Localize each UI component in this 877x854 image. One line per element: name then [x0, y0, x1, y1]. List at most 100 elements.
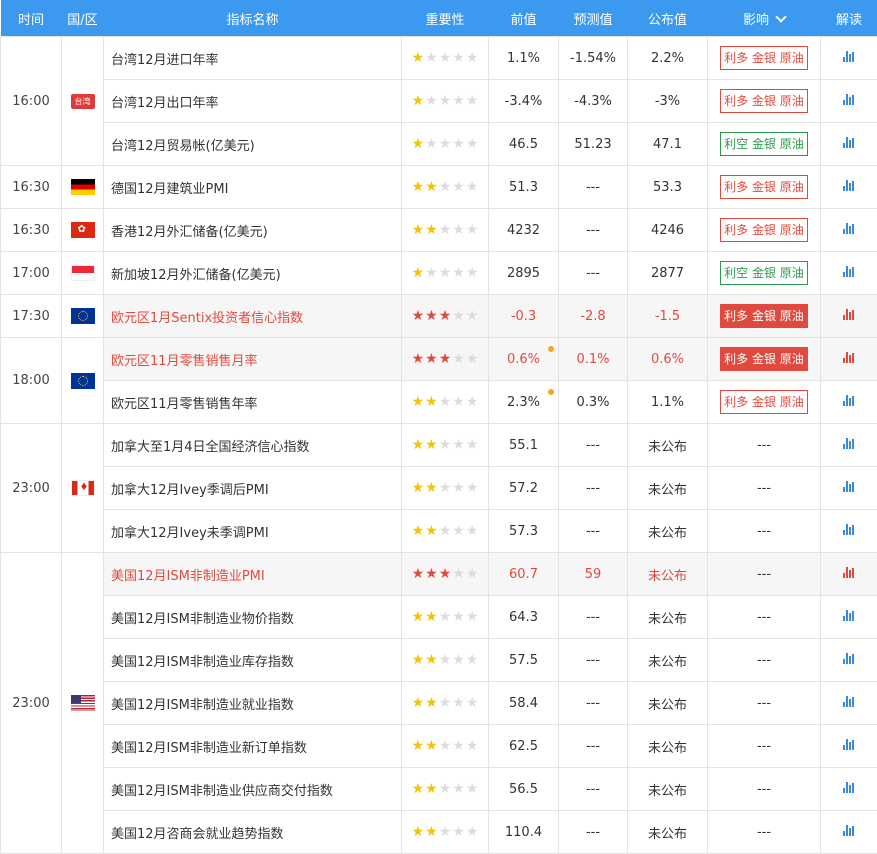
revised-dot-icon — [548, 389, 554, 395]
star-icon: ★ — [466, 782, 479, 796]
bar-chart-icon[interactable] — [843, 180, 856, 191]
table-row: 美国12月ISM非制造业新订单指数★★★★★62.5---未公布--- — [1, 725, 877, 768]
star-icon: ★ — [466, 180, 479, 194]
star-icon: ★ — [466, 395, 479, 409]
star-icon: ★ — [439, 610, 452, 624]
bar-chart-icon[interactable] — [843, 51, 856, 62]
bar-chart-icon[interactable] — [843, 137, 856, 148]
indicator-name[interactable]: 美国12月ISM非制造业新订单指数 — [104, 725, 402, 768]
bar-chart-icon[interactable] — [843, 94, 856, 105]
indicator-name[interactable]: 德国12月建筑业PMI — [104, 166, 402, 209]
impact-cell: --- — [708, 553, 821, 596]
forecast-value: 0.1% — [576, 352, 609, 367]
impact-cell: 利多 金银 原油 — [708, 295, 821, 338]
previous-value-cell: 64.3 — [489, 596, 559, 639]
impact-cell: --- — [708, 768, 821, 811]
bar-chart-icon[interactable] — [843, 223, 856, 234]
bar-chart-icon[interactable] — [843, 438, 856, 449]
actual-value-cell: 1.1% — [628, 381, 708, 424]
analysis-cell — [821, 639, 877, 682]
table-row: 台湾12月贸易帐(亿美元)★★★★★46.551.2347.1利空 金银 原油 — [1, 123, 877, 166]
analysis-cell — [821, 295, 877, 338]
importance-stars: ★★★★★ — [402, 424, 489, 467]
importance-stars: ★★★★★ — [402, 725, 489, 768]
actual-value: 53.3 — [653, 180, 682, 195]
analysis-cell — [821, 510, 877, 553]
bar-chart-icon[interactable] — [843, 309, 856, 320]
impact-cell: 利多 金银 原油 — [708, 209, 821, 252]
region-cell — [62, 338, 104, 424]
impact-badge: --- — [757, 524, 771, 539]
indicator-name[interactable]: 欧元区11月零售销售月率 — [104, 338, 402, 381]
indicator-name[interactable]: 加拿大至1月4日全国经济信心指数 — [104, 424, 402, 467]
forecast-value: --- — [586, 524, 600, 539]
header-actual: 公布值 — [628, 0, 708, 37]
indicator-name[interactable]: 美国12月ISM非制造业PMI — [104, 553, 402, 596]
impact-badge: --- — [757, 782, 771, 797]
previous-value-cell: 57.3 — [489, 510, 559, 553]
actual-value: 未公布 — [648, 440, 687, 455]
indicator-name[interactable]: 加拿大12月Ivey季调后PMI — [104, 467, 402, 510]
star-icon: ★ — [439, 825, 452, 839]
actual-value: 未公布 — [648, 569, 687, 584]
bar-chart-icon[interactable] — [843, 395, 856, 406]
previous-value: 0.6% — [507, 352, 540, 367]
bar-chart-icon[interactable] — [843, 739, 856, 750]
importance-stars: ★★★★★ — [402, 381, 489, 424]
forecast-value: 0.3% — [576, 395, 609, 410]
bar-chart-icon[interactable] — [843, 524, 856, 535]
bar-chart-icon[interactable] — [843, 266, 856, 277]
bar-chart-icon[interactable] — [843, 352, 856, 363]
indicator-name[interactable]: 美国12月ISM非制造业物价指数 — [104, 596, 402, 639]
impact-badge: --- — [757, 653, 771, 668]
actual-value-cell: 未公布 — [628, 811, 708, 854]
impact-badge: 利多 金银 原油 — [720, 390, 808, 414]
forecast-value: -1.54% — [570, 51, 616, 66]
indicator-name[interactable]: 欧元区11月零售销售年率 — [104, 381, 402, 424]
importance-stars: ★★★★★ — [402, 639, 489, 682]
bar-chart-icon[interactable] — [843, 653, 856, 664]
star-icon: ★ — [425, 395, 438, 409]
forecast-value: --- — [586, 825, 600, 840]
bar-chart-icon[interactable] — [843, 481, 856, 492]
analysis-cell — [821, 80, 877, 123]
impact-cell: 利空 金银 原油 — [708, 252, 821, 295]
star-icon: ★ — [452, 180, 465, 194]
indicator-name[interactable]: 美国12月ISM非制造业库存指数 — [104, 639, 402, 682]
bar-chart-icon[interactable] — [843, 782, 856, 793]
indicator-name[interactable]: 美国12月咨商会就业趋势指数 — [104, 811, 402, 854]
table-row: 16:30德国12月建筑业PMI★★★★★51.3---53.3利多 金银 原油 — [1, 166, 877, 209]
bar-chart-icon[interactable] — [843, 610, 856, 621]
star-icon: ★ — [439, 180, 452, 194]
star-icon: ★ — [439, 438, 452, 452]
analysis-cell — [821, 553, 877, 596]
indicator-name[interactable]: 香港12月外汇储备(亿美元) — [104, 209, 402, 252]
indicator-name[interactable]: 台湾12月出口年率 — [104, 80, 402, 123]
previous-value: -0.3 — [511, 309, 536, 324]
forecast-value-cell: --- — [559, 725, 628, 768]
indicator-name[interactable]: 美国12月ISM非制造业就业指数 — [104, 682, 402, 725]
indicator-name[interactable]: 新加坡12月外汇储备(亿美元) — [104, 252, 402, 295]
indicator-name[interactable]: 台湾12月进口年率 — [104, 37, 402, 80]
indicator-name[interactable]: 欧元区1月Sentix投资者信心指数 — [104, 295, 402, 338]
actual-value-cell: 2.2% — [628, 37, 708, 80]
star-icon: ★ — [412, 696, 425, 710]
bar-chart-icon[interactable] — [843, 825, 856, 836]
previous-value: 110.4 — [505, 825, 542, 840]
star-icon: ★ — [452, 352, 465, 366]
indicator-name[interactable]: 台湾12月贸易帐(亿美元) — [104, 123, 402, 166]
impact-badge: 利多 金银 原油 — [720, 304, 808, 328]
indicator-name[interactable]: 美国12月ISM非制造业供应商交付指数 — [104, 768, 402, 811]
star-icon: ★ — [425, 782, 438, 796]
actual-value-cell: 未公布 — [628, 725, 708, 768]
table-row: 17:00新加坡12月外汇储备(亿美元)★★★★★2895---2877利空 金… — [1, 252, 877, 295]
previous-value: 55.1 — [509, 438, 538, 453]
indicator-name[interactable]: 加拿大12月Ivey未季调PMI — [104, 510, 402, 553]
header-impact-dropdown[interactable]: 影响 — [708, 0, 821, 37]
star-icon: ★ — [452, 739, 465, 753]
importance-stars: ★★★★★ — [402, 682, 489, 725]
importance-stars: ★★★★★ — [402, 166, 489, 209]
header-previous: 前值 — [489, 0, 559, 37]
bar-chart-icon[interactable] — [843, 567, 856, 578]
bar-chart-icon[interactable] — [843, 696, 856, 707]
